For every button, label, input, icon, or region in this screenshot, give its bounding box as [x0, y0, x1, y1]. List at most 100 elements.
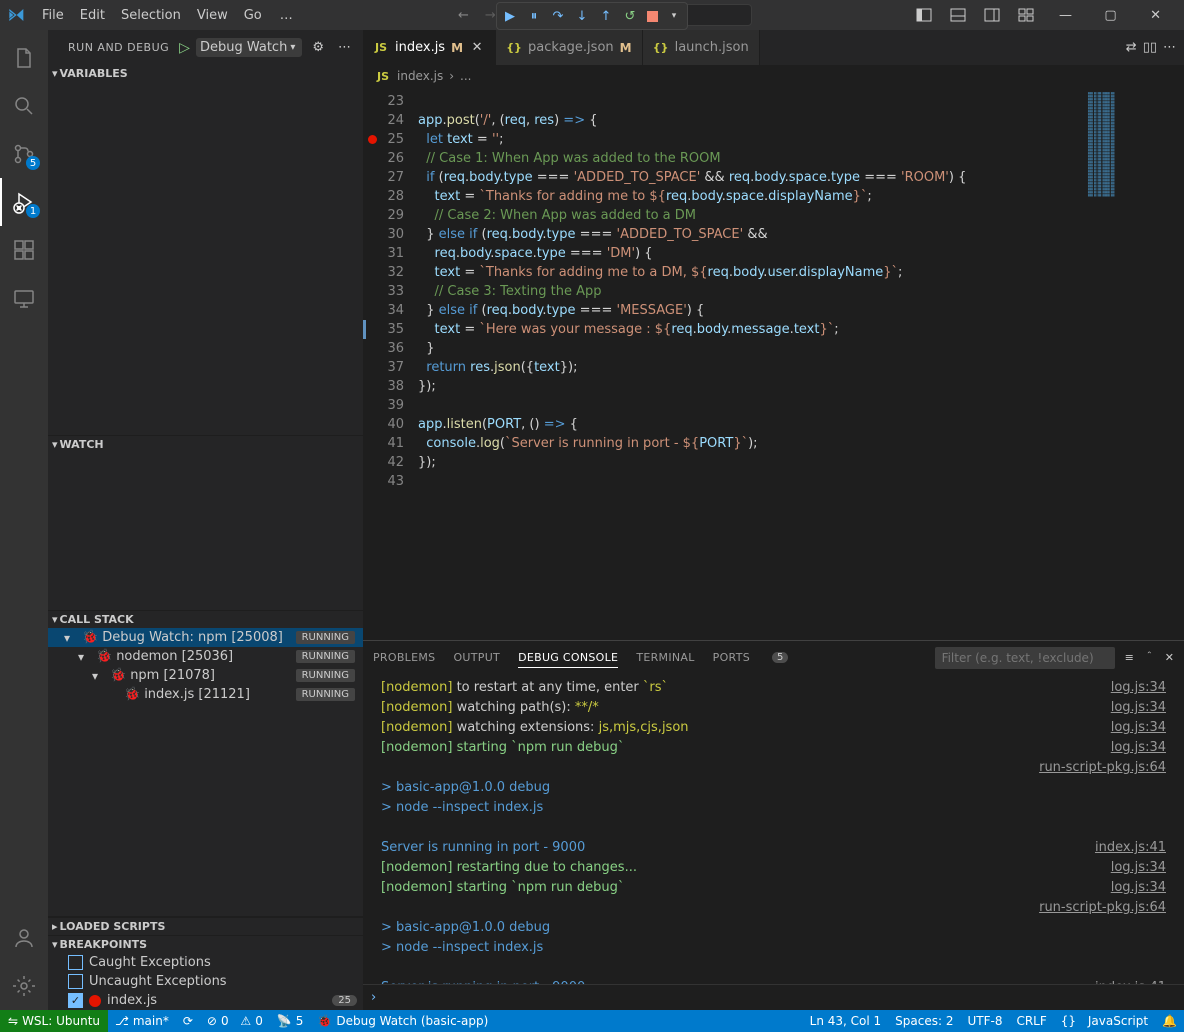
status-debug-target[interactable]: 🐞Debug Watch (basic-app) [310, 1010, 495, 1032]
nav-back-icon[interactable]: ← [452, 6, 475, 25]
status-ports[interactable]: 📡5 [270, 1010, 311, 1032]
layout-customize-icon[interactable] [1011, 1, 1041, 29]
code-line[interactable] [418, 396, 1084, 415]
line-number[interactable]: 43 [363, 472, 418, 491]
code-line[interactable] [418, 472, 1084, 491]
minimap[interactable]: ████ ██ ███ ██████ ███ ████ ██ ███ █████… [1084, 87, 1184, 640]
panel-view-icon[interactable]: ≡ [1125, 651, 1134, 664]
line-number[interactable]: 23 [363, 92, 418, 111]
activity-extensions-icon[interactable] [0, 226, 48, 274]
activity-search-icon[interactable] [0, 82, 48, 130]
layout-panel-left-icon[interactable] [909, 1, 939, 29]
section-watch[interactable]: ▾WATCH [48, 436, 363, 453]
breakpoint-file[interactable]: ✓index.js25 [48, 991, 363, 1010]
debug-step-out-icon[interactable]: ↑ [594, 4, 618, 28]
console-source-link[interactable]: log.js:34 [1111, 878, 1166, 898]
line-number[interactable]: 35 [363, 320, 418, 339]
status-branch[interactable]: ⎇main* [108, 1010, 176, 1032]
checkbox-icon[interactable] [68, 974, 83, 989]
line-number[interactable]: 25 [363, 130, 418, 149]
console-source-link[interactable]: log.js:34 [1111, 678, 1166, 698]
callstack-item[interactable]: ▾🐞Debug Watch: npm [25008]RUNNING [48, 628, 363, 647]
debug-restart-icon[interactable]: ↺ [618, 4, 642, 28]
code-line[interactable]: app.post('/', (req, res) => { [418, 111, 1084, 130]
debug-config-selector[interactable]: Debug Watch ▾ [196, 38, 302, 57]
callstack-item[interactable]: ▾🐞npm [21078]RUNNING [48, 666, 363, 685]
panel-tab-ports[interactable]: PORTS [713, 651, 750, 664]
code-line[interactable]: req.body.space.type === 'DM') { [418, 244, 1084, 263]
debug-step-into-icon[interactable]: ↓ [570, 4, 594, 28]
code-line[interactable]: // Case 2: When App was added to a DM [418, 206, 1084, 225]
panel-tab-terminal[interactable]: TERMINAL [636, 651, 694, 664]
code-line[interactable]: let text = ''; [418, 130, 1084, 149]
code-line[interactable]: }); [418, 453, 1084, 472]
window-close-icon[interactable]: ✕ [1133, 0, 1178, 30]
line-number[interactable]: 28 [363, 187, 418, 206]
console-filter-input[interactable] [935, 647, 1115, 669]
status-notifications[interactable]: 🔔 [1155, 1010, 1184, 1032]
menu-overflow[interactable]: … [272, 4, 301, 27]
code-line[interactable]: } else if (req.body.type === 'ADDED_TO_S… [418, 225, 1084, 244]
debug-dropdown-icon[interactable]: ▾ [662, 4, 686, 28]
code-line[interactable]: console.log(`Server is running in port -… [418, 434, 1084, 453]
code-line[interactable]: app.listen(PORT, () => { [418, 415, 1084, 434]
debug-more-icon[interactable]: ⋯ [334, 40, 355, 55]
panel-tab-problems[interactable]: PROBLEMS [373, 651, 435, 664]
status-problems[interactable]: ⊘0 ⚠0 [200, 1010, 270, 1032]
status-encoding[interactable]: UTF-8 [960, 1010, 1009, 1032]
section-loaded-scripts[interactable]: ▸LOADED SCRIPTS [48, 917, 363, 935]
status-cursor-pos[interactable]: Ln 43, Col 1 [803, 1010, 889, 1032]
line-number[interactable]: 32 [363, 263, 418, 282]
line-number[interactable]: 24 [363, 111, 418, 130]
breadcrumb[interactable]: JS index.js › ... [363, 65, 1184, 87]
code-line[interactable]: text = `Thanks for adding me to ${req.bo… [418, 187, 1084, 206]
menu-edit[interactable]: Edit [72, 4, 113, 27]
panel-maximize-icon[interactable]: ＾ [1144, 650, 1155, 666]
panel-close-icon[interactable]: ✕ [1165, 651, 1174, 664]
console-source-link[interactable]: index.js:41 [1095, 838, 1166, 858]
code-editor[interactable]: 2324252627282930313233343536373839404142… [363, 87, 1184, 640]
tab-split-icon[interactable]: ▯▯ [1143, 40, 1157, 55]
line-number[interactable]: 41 [363, 434, 418, 453]
code-line[interactable]: return res.json({text}); [418, 358, 1084, 377]
window-maximize-icon[interactable]: ▢ [1088, 0, 1133, 30]
panel-tab-debug-console[interactable]: DEBUG CONSOLE [518, 651, 618, 668]
line-number[interactable]: 27 [363, 168, 418, 187]
status-indent[interactable]: Spaces: 2 [888, 1010, 960, 1032]
line-number[interactable]: 36 [363, 339, 418, 358]
code-line[interactable] [418, 92, 1084, 111]
code-line[interactable]: }); [418, 377, 1084, 396]
checkbox-icon[interactable] [68, 955, 83, 970]
line-number[interactable]: 33 [363, 282, 418, 301]
debug-console-body[interactable]: [nodemon] to restart at any time, enter … [363, 674, 1184, 984]
checkbox-checked-icon[interactable]: ✓ [68, 993, 83, 1008]
editor-tab[interactable]: {}launch.json [643, 30, 760, 65]
tab-close-icon[interactable]: ✕ [469, 40, 485, 55]
section-variables[interactable]: ▾VARIABLES [48, 65, 363, 82]
activity-remote-icon[interactable] [0, 274, 48, 322]
debug-settings-icon[interactable]: ⚙ [308, 40, 328, 55]
console-source-link[interactable]: log.js:34 [1111, 738, 1166, 758]
code-line[interactable]: // Case 3: Texting the App [418, 282, 1084, 301]
activity-debug-icon[interactable]: 1 [0, 178, 48, 226]
line-number[interactable]: 40 [363, 415, 418, 434]
menu-file[interactable]: File [34, 4, 72, 27]
tab-compare-icon[interactable]: ⇄ [1126, 40, 1137, 55]
line-number[interactable]: 31 [363, 244, 418, 263]
panel-tab-output[interactable]: OUTPUT [453, 651, 500, 664]
code-line[interactable]: text = `Thanks for adding me to a DM, ${… [418, 263, 1084, 282]
line-number[interactable]: 39 [363, 396, 418, 415]
line-number[interactable]: 30 [363, 225, 418, 244]
menu-view[interactable]: View [189, 4, 236, 27]
callstack-item[interactable]: 🐞index.js [21121]RUNNING [48, 685, 363, 704]
window-minimize-icon[interactable]: — [1043, 0, 1088, 30]
editor-tab[interactable]: {}package.jsonM [496, 30, 643, 65]
debug-start-icon[interactable]: ▷ [179, 40, 190, 56]
menu-selection[interactable]: Selection [113, 4, 189, 27]
editor-tab[interactable]: JSindex.jsM✕ [363, 30, 496, 65]
activity-explorer-icon[interactable] [0, 34, 48, 82]
status-remote[interactable]: ⇋WSL: Ubuntu [0, 1010, 108, 1032]
section-breakpoints[interactable]: ▾BREAKPOINTS [48, 936, 363, 953]
layout-panel-right-icon[interactable] [977, 1, 1007, 29]
menu-go[interactable]: Go [236, 4, 270, 27]
